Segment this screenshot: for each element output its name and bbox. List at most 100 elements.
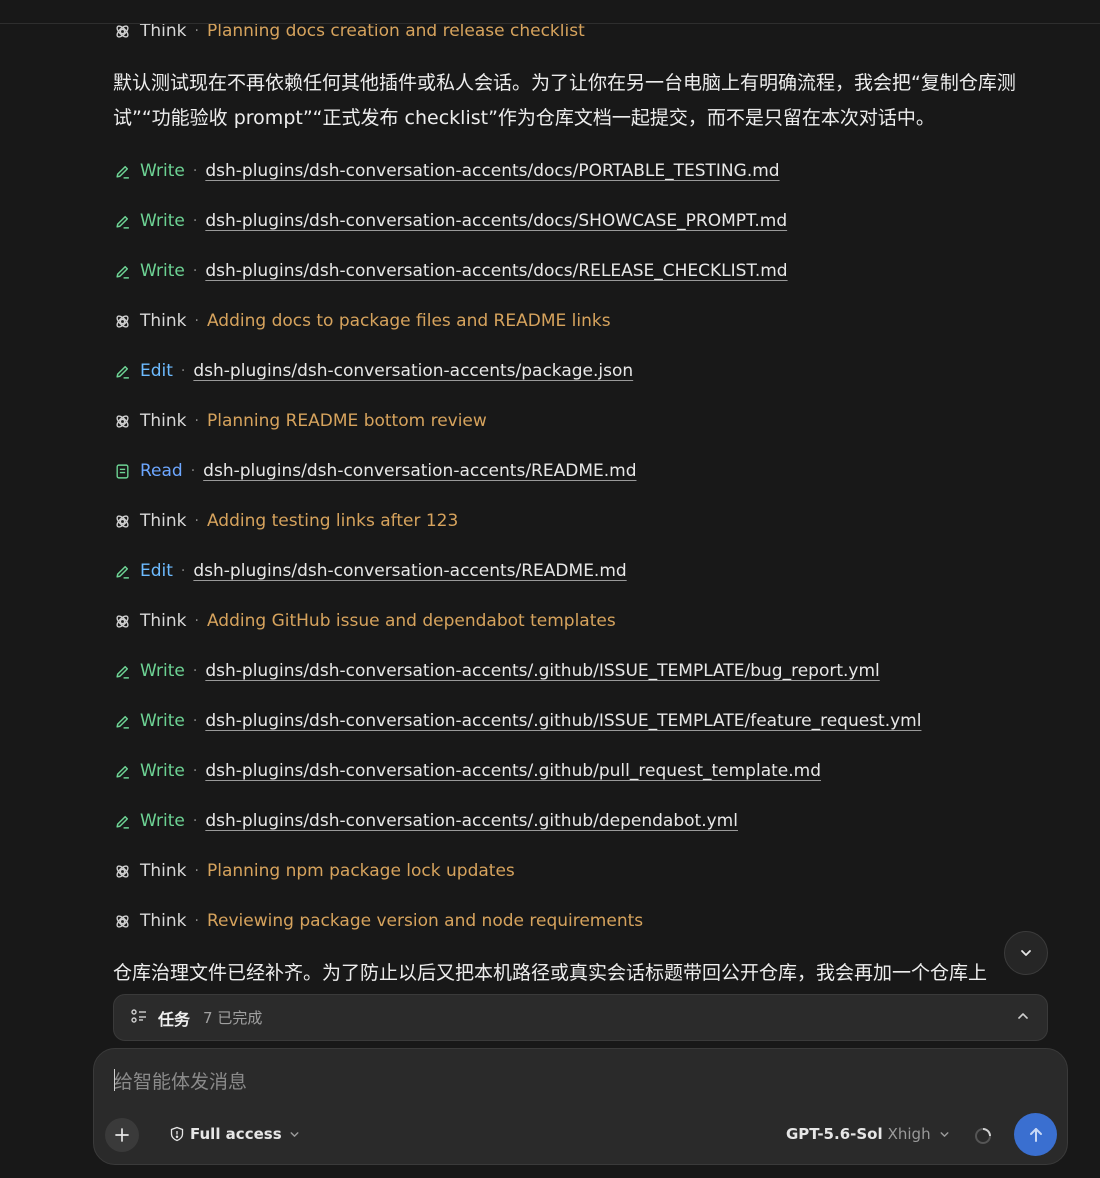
separator-dot: ·: [192, 263, 198, 279]
chevron-up-icon[interactable]: [1015, 1008, 1031, 1028]
assistant-message-streaming: 仓库治理文件已经补齐。为了防止以后又把本机路径或真实会话标题带回公开仓库，我会再…: [113, 962, 988, 984]
tasks-panel[interactable]: 任务 7 已完成: [113, 994, 1048, 1041]
read-row[interactable]: Read · dsh-plugins/dsh-conversation-accent…: [113, 458, 636, 484]
separator-dot: ·: [192, 663, 198, 679]
separator-dot: ·: [192, 813, 198, 829]
action-verb: Edit: [140, 561, 173, 581]
file-path-link[interactable]: dsh-plugins/dsh-conversation-accents/.gi…: [205, 711, 921, 731]
loading-spinner-icon: [974, 1127, 992, 1149]
write-row[interactable]: Write · dsh-plugins/dsh-conversation-accen…: [113, 808, 738, 834]
separator-dot: ·: [194, 913, 199, 929]
think-icon: [113, 512, 131, 530]
tasks-count: 7 已完成: [203, 1009, 263, 1027]
write-row[interactable]: Write · dsh-plugins/dsh-conversation-accen…: [113, 258, 788, 284]
message-composer[interactable]: 给智能体发消息 Full access GPT-5.6-Sol Xhigh: [93, 1048, 1068, 1165]
model-selector[interactable]: GPT-5.6-Sol Xhigh: [786, 1125, 951, 1143]
action-verb: Write: [140, 211, 185, 231]
file-path-link[interactable]: dsh-plugins/dsh-conversation-accents/REA…: [203, 461, 636, 481]
thought-text: Planning docs creation and release check…: [206, 21, 585, 41]
separator-dot: ·: [194, 863, 199, 879]
action-verb: Think: [140, 411, 187, 431]
thought-text: Planning README bottom review: [206, 411, 487, 431]
write-row[interactable]: Write · dsh-plugins/dsh-conversation-accen…: [113, 658, 880, 684]
thought-text: Adding testing links after 123: [206, 511, 459, 531]
action-verb: Think: [140, 311, 187, 331]
think-row[interactable]: Think · Adding GitHub issue and dependabot…: [113, 608, 616, 634]
think-icon: [113, 912, 131, 930]
edit-row[interactable]: Edit · dsh-plugins/dsh-conversation-accent…: [113, 558, 627, 584]
separator-dot: ·: [194, 613, 199, 629]
message-input[interactable]: 给智能体发消息: [114, 1067, 247, 1094]
separator-dot: ·: [194, 313, 199, 329]
thought-text: Adding docs to package files and README …: [206, 311, 611, 331]
file-path-link[interactable]: dsh-plugins/dsh-conversation-accents/doc…: [205, 211, 787, 231]
action-verb: Write: [140, 261, 185, 281]
access-mode-dropdown[interactable]: Full access: [169, 1125, 306, 1143]
send-button[interactable]: [1014, 1113, 1057, 1156]
think-icon: [113, 312, 131, 330]
chevron-down-icon: [1021, 950, 1031, 956]
conversation-log[interactable]: Think · Planning docs creation and relea…: [0, 0, 1100, 990]
separator-dot: ·: [194, 23, 199, 39]
file-path-link[interactable]: dsh-plugins/dsh-conversation-accents/doc…: [205, 161, 779, 181]
action-verb: Write: [140, 661, 185, 681]
separator-dot: ·: [180, 363, 186, 379]
write-row[interactable]: Write · dsh-plugins/dsh-conversation-accen…: [113, 758, 821, 784]
think-row[interactable]: Think · Adding docs to package files and R…: [113, 308, 611, 334]
think-icon: [113, 412, 131, 430]
write-pencil-icon: [113, 212, 131, 230]
think-icon: [113, 862, 131, 880]
write-row[interactable]: Write · dsh-plugins/dsh-conversation-accen…: [113, 208, 787, 234]
task-list-icon: [130, 1007, 148, 1029]
think-row[interactable]: Think · Adding testing links after 123: [113, 508, 458, 534]
write-row[interactable]: Write · dsh-plugins/dsh-conversation-accen…: [113, 158, 780, 184]
thought-text: Reviewing package version and node requi…: [206, 911, 644, 931]
action-verb: Read: [140, 461, 183, 481]
action-verb: Write: [140, 811, 185, 831]
file-path-link[interactable]: dsh-plugins/dsh-conversation-accents/.gi…: [205, 661, 879, 681]
file-path-link[interactable]: dsh-plugins/dsh-conversation-accents/.gi…: [205, 761, 821, 781]
separator-dot: ·: [192, 763, 198, 779]
add-attachment-button[interactable]: [105, 1118, 139, 1152]
model-name: GPT-5.6-Sol: [786, 1125, 883, 1143]
file-path-link[interactable]: dsh-plugins/dsh-conversation-accents/.gi…: [205, 811, 738, 831]
shield-icon: [170, 1126, 184, 1142]
action-verb: Think: [140, 861, 187, 881]
write-pencil-icon: [113, 762, 131, 780]
separator-dot: ·: [192, 213, 198, 229]
file-path-link[interactable]: dsh-plugins/dsh-conversation-accents/pac…: [193, 361, 633, 381]
write-pencil-icon: [113, 712, 131, 730]
chevron-down-icon: [940, 1131, 949, 1137]
write-pencil-icon: [113, 262, 131, 280]
write-pencil-icon: [113, 662, 131, 680]
file-path-link[interactable]: dsh-plugins/dsh-conversation-accents/doc…: [205, 261, 787, 281]
action-verb: Think: [140, 511, 187, 531]
thought-text: Adding GitHub issue and dependabot templ…: [206, 611, 616, 631]
scroll-to-bottom-button[interactable]: [1004, 931, 1048, 975]
chevron-down-icon: [290, 1131, 299, 1137]
arrow-up-icon: [1029, 1127, 1042, 1142]
file-path-link[interactable]: dsh-plugins/dsh-conversation-accents/REA…: [193, 561, 626, 581]
action-verb: Write: [140, 761, 185, 781]
tasks-label: 任务: [158, 1009, 191, 1029]
think-row[interactable]: Think · Planning README bottom review: [113, 408, 487, 434]
edit-pencil-icon: [113, 562, 131, 580]
assistant-message: 默认测试现在不再依赖任何其他插件或私人会话。为了让你在另一台电脑上有明确流程，我…: [113, 72, 1016, 129]
action-verb: Think: [140, 911, 187, 931]
edit-row[interactable]: Edit · dsh-plugins/dsh-conversation-accent…: [113, 358, 633, 384]
read-file-icon: [113, 462, 131, 480]
think-icon: [113, 22, 131, 40]
write-row[interactable]: Write · dsh-plugins/dsh-conversation-accen…: [113, 708, 921, 734]
action-verb: Write: [140, 161, 185, 181]
access-label: Full access: [190, 1125, 282, 1143]
write-pencil-icon: [113, 812, 131, 830]
top-bar: [0, 0, 1100, 24]
separator-dot: ·: [192, 713, 198, 729]
think-row[interactable]: Think · Planning npm package lock updates: [113, 858, 515, 884]
think-row[interactable]: Think · Reviewing package version and node…: [113, 908, 643, 934]
text-caret: [114, 1069, 115, 1091]
thought-text: Planning npm package lock updates: [206, 861, 515, 881]
separator-dot: ·: [180, 563, 186, 579]
plus-icon: [115, 1128, 129, 1142]
action-verb: Edit: [140, 361, 173, 381]
